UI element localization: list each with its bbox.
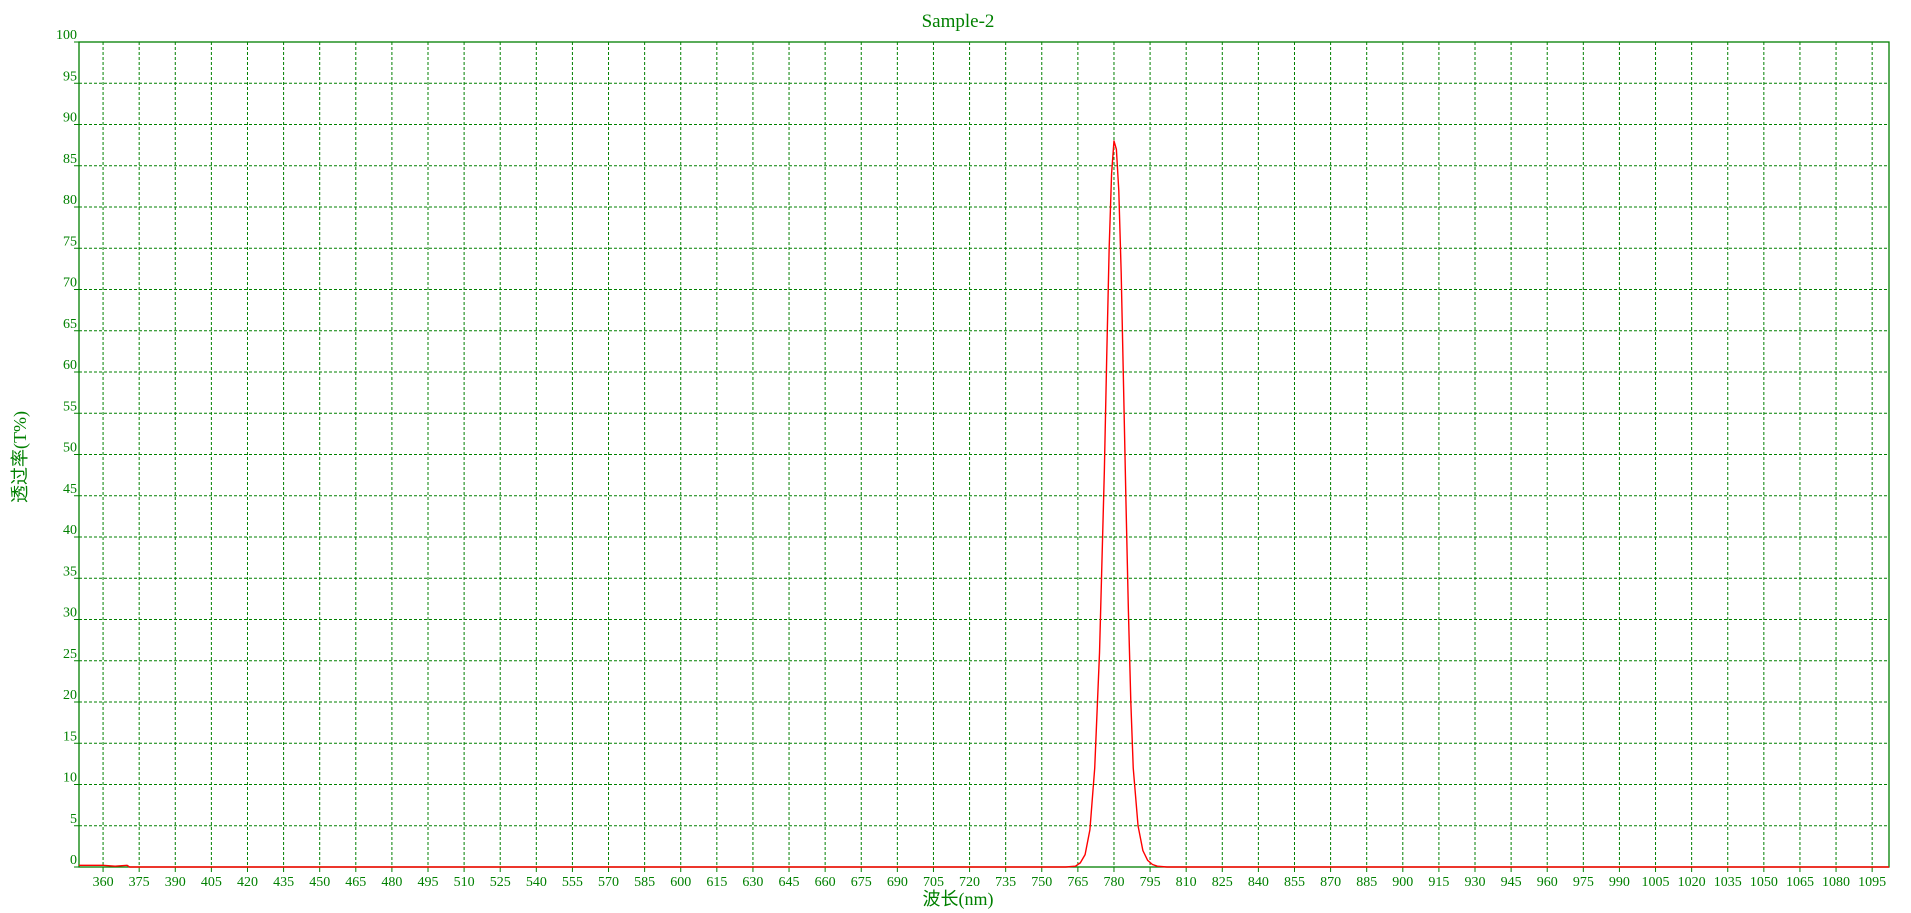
y-tick-label: 35 <box>63 564 77 579</box>
x-tick-label: 960 <box>1537 875 1558 890</box>
y-tick-label: 90 <box>63 111 77 126</box>
x-tick-label: 615 <box>706 875 727 890</box>
x-tick-label: 1080 <box>1822 875 1850 890</box>
y-tick-label: 40 <box>63 523 77 538</box>
y-tick-label: 65 <box>63 317 77 332</box>
y-tick-label: 70 <box>63 276 77 291</box>
x-tick-label: 810 <box>1176 875 1197 890</box>
x-tick-label: 690 <box>887 875 908 890</box>
y-tick-label: 5 <box>70 812 77 827</box>
x-tick-label: 945 <box>1501 875 1522 890</box>
x-axis-label: 波长(nm) <box>923 889 994 910</box>
y-tick-label: 0 <box>70 853 77 868</box>
x-tick-label: 495 <box>418 875 439 890</box>
x-tick-label: 375 <box>129 875 150 890</box>
x-tick-label: 705 <box>923 875 944 890</box>
y-tick-label: 15 <box>63 729 77 744</box>
x-tick-label: 1020 <box>1678 875 1706 890</box>
x-tick-label: 870 <box>1320 875 1341 890</box>
x-tick-label: 720 <box>959 875 980 890</box>
x-tick-label: 1005 <box>1642 875 1670 890</box>
x-tick-label: 450 <box>309 875 330 890</box>
y-tick-label: 50 <box>63 441 77 456</box>
x-tick-label: 765 <box>1067 875 1088 890</box>
x-tick-label: 465 <box>345 875 366 890</box>
x-tick-label: 735 <box>995 875 1016 890</box>
x-tick-label: 990 <box>1609 875 1630 890</box>
x-tick-label: 525 <box>490 875 511 890</box>
x-tick-label: 795 <box>1140 875 1161 890</box>
transmittance-chart: 0510152025303540455055606570758085909510… <box>0 0 1911 913</box>
x-tick-label: 885 <box>1356 875 1377 890</box>
x-tick-label: 360 <box>93 875 114 890</box>
x-tick-label: 840 <box>1248 875 1269 890</box>
y-tick-label: 25 <box>63 647 77 662</box>
x-tick-label: 390 <box>165 875 186 890</box>
x-tick-label: 555 <box>562 875 583 890</box>
x-tick-label: 630 <box>742 875 763 890</box>
x-tick-label: 930 <box>1465 875 1486 890</box>
x-tick-label: 405 <box>201 875 222 890</box>
x-tick-label: 420 <box>237 875 258 890</box>
x-tick-label: 540 <box>526 875 547 890</box>
y-tick-label: 75 <box>63 234 77 249</box>
x-tick-label: 900 <box>1392 875 1413 890</box>
x-tick-label: 915 <box>1428 875 1449 890</box>
x-tick-label: 510 <box>454 875 475 890</box>
y-axis-label: 透过率(T%) <box>10 411 31 503</box>
y-tick-label: 20 <box>63 688 77 703</box>
x-tick-label: 435 <box>273 875 294 890</box>
x-tick-label: 975 <box>1573 875 1594 890</box>
x-tick-label: 1050 <box>1750 875 1778 890</box>
y-tick-label: 80 <box>63 193 77 208</box>
x-tick-label: 645 <box>779 875 800 890</box>
x-tick-label: 1065 <box>1786 875 1814 890</box>
y-tick-label: 95 <box>63 69 77 84</box>
chart-title: Sample-2 <box>922 11 995 32</box>
x-tick-label: 1035 <box>1714 875 1742 890</box>
x-tick-label: 825 <box>1212 875 1233 890</box>
x-tick-label: 600 <box>670 875 691 890</box>
chart-background <box>0 0 1911 913</box>
x-tick-label: 1095 <box>1858 875 1886 890</box>
y-tick-label: 30 <box>63 606 77 621</box>
chart: 0 5 10 15 20 25 30 35 40 45 50 55 60 65 70 75 80 85 90 95 10… <box>0 0 1911 913</box>
x-tick-label: 750 <box>1031 875 1052 890</box>
y-tick-label: 100 <box>56 28 77 43</box>
x-tick-label: 480 <box>381 875 402 890</box>
y-tick-label: 85 <box>63 152 77 167</box>
x-tick-label: 780 <box>1103 875 1124 890</box>
y-tick-label: 45 <box>63 482 77 497</box>
x-tick-label: 570 <box>598 875 619 890</box>
x-tick-label: 660 <box>815 875 836 890</box>
x-tick-label: 585 <box>634 875 655 890</box>
x-tick-label: 675 <box>851 875 872 890</box>
x-tick-label: 855 <box>1284 875 1305 890</box>
y-tick-label: 10 <box>63 771 77 786</box>
y-tick-label: 60 <box>63 358 77 373</box>
y-tick-label: 55 <box>63 399 77 414</box>
